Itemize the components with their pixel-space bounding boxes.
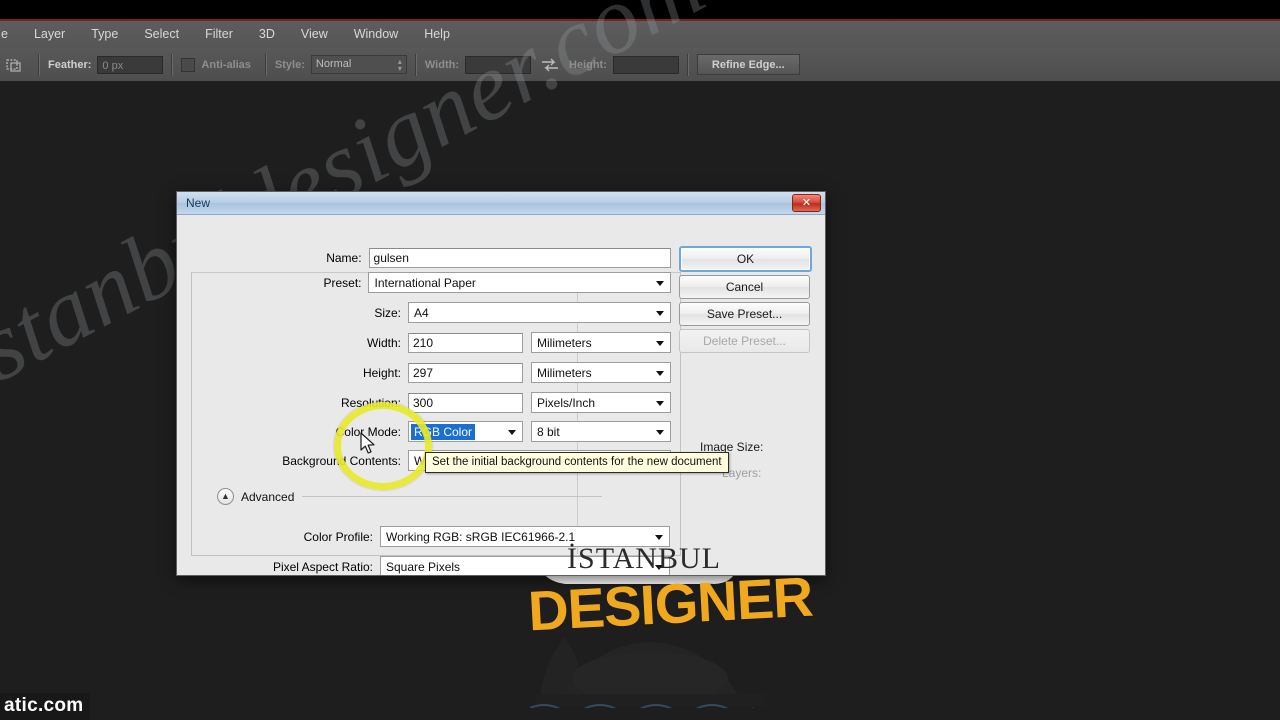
- resolution-unit-value: Pixels/Inch: [537, 395, 596, 410]
- width-input[interactable]: [465, 55, 531, 74]
- highlight-circle-annotation: [334, 402, 432, 490]
- style-select-value: Normal: [315, 58, 352, 70]
- menu-item-help[interactable]: Help: [411, 21, 463, 48]
- options-divider-1: [38, 53, 40, 76]
- height-input[interactable]: [612, 55, 679, 74]
- resolution-row: Resolution: 300 Pixels/Inch: [191, 392, 671, 413]
- save-preset-button[interactable]: Save Preset...: [679, 302, 810, 326]
- menu-item-3d[interactable]: 3D: [246, 21, 288, 48]
- width-unit-select[interactable]: Milimeters: [531, 332, 671, 353]
- width-label: Width:: [366, 335, 401, 350]
- chevron-down-icon: [656, 340, 664, 346]
- bottom-left-watermark: atic.com: [0, 693, 90, 720]
- menu-items-container: e Layer Type Select Filter 3D View Windo…: [0, 21, 463, 48]
- menu-bar: e Layer Type Select Filter 3D View Windo…: [0, 21, 1280, 49]
- size-row: Size: A4: [191, 302, 671, 323]
- chevron-down-icon: [655, 534, 663, 540]
- chevron-up-icon[interactable]: ▲: [217, 488, 234, 505]
- dialog-title-bar[interactable]: New ✕: [177, 192, 825, 215]
- size-value: A4: [414, 305, 429, 320]
- chevron-down-icon: [656, 370, 664, 376]
- pixel-aspect-row: Pixel Aspect Ratio: Square Pixels: [191, 556, 671, 575]
- size-label: Size:: [374, 305, 401, 320]
- swap-dimensions-icon[interactable]: [539, 57, 561, 73]
- name-label: Name:: [326, 250, 362, 265]
- chevron-down-icon: [656, 310, 664, 316]
- menu-item-view[interactable]: View: [288, 21, 341, 48]
- width-label: Width:: [424, 58, 459, 71]
- advanced-section-header[interactable]: ▲ Advanced: [217, 488, 603, 505]
- preset-value: International Paper: [374, 275, 476, 290]
- height-label: Height:: [362, 365, 401, 380]
- dialog-title: New: [186, 196, 211, 210]
- menu-item-type[interactable]: Type: [78, 21, 131, 48]
- name-row: Name: gulsen: [191, 247, 671, 268]
- style-label: Style:: [274, 58, 305, 71]
- name-input[interactable]: gulsen: [368, 247, 671, 268]
- color-profile-row: Color Profile: Working RGB: sRGB IEC6196…: [191, 526, 671, 547]
- anti-alias-checkbox[interactable]: [181, 57, 196, 72]
- height-unit-value: Milimeters: [537, 365, 592, 380]
- width-input[interactable]: 210: [408, 332, 523, 353]
- feather-label: Feather:: [48, 58, 92, 71]
- color-profile-value: Working RGB: sRGB IEC61966-2.1: [386, 529, 576, 544]
- height-label: Height:: [569, 58, 607, 71]
- preset-row: Preset: International Paper: [191, 272, 671, 293]
- resolution-input[interactable]: 300: [408, 392, 523, 413]
- size-select[interactable]: A4: [408, 302, 671, 323]
- chevron-down-icon: [656, 400, 664, 406]
- tool-options-bar: Feather: 0 px Anti-alias Style: Normal ▴…: [0, 48, 1280, 82]
- width-row: Width: 210 Milimeters: [191, 332, 671, 353]
- options-divider-3: [264, 53, 267, 76]
- preset-select[interactable]: International Paper: [368, 272, 671, 293]
- refine-edge-button[interactable]: Refine Edge...: [696, 54, 800, 75]
- chevron-down-icon: [656, 280, 664, 286]
- color-profile-label: Color Profile:: [303, 529, 373, 544]
- cancel-button[interactable]: Cancel: [679, 275, 810, 299]
- menu-item-select[interactable]: Select: [131, 21, 192, 48]
- mouse-pointer-icon: [360, 432, 377, 461]
- ok-button[interactable]: OK: [679, 246, 812, 272]
- tooltip: Set the initial background contents for …: [425, 452, 729, 473]
- resolution-unit-select[interactable]: Pixels/Inch: [531, 392, 671, 413]
- new-document-dialog: New ✕ Name: gulsen Preset: International…: [176, 191, 826, 576]
- chevron-down-icon: [508, 429, 516, 435]
- style-select[interactable]: Normal ▴ ▾: [310, 55, 407, 74]
- pixel-aspect-value: Square Pixels: [386, 559, 461, 574]
- width-unit-value: Milimeters: [537, 335, 592, 350]
- menu-item-window[interactable]: Window: [341, 21, 411, 48]
- menu-item-filter[interactable]: Filter: [192, 21, 246, 48]
- preset-label: Preset:: [323, 275, 362, 290]
- dialog-body: Name: gulsen Preset: International Paper…: [177, 215, 825, 575]
- advanced-label: Advanced: [241, 489, 295, 504]
- menu-item-layer[interactable]: Layer: [21, 21, 78, 48]
- advanced-divider: [302, 496, 603, 497]
- pixel-aspect-select[interactable]: Square Pixels: [380, 556, 670, 575]
- window-top-bar: [0, 0, 1280, 19]
- height-input[interactable]: 297: [408, 362, 523, 383]
- delete-preset-button: Delete Preset...: [679, 329, 810, 353]
- anti-alias-label: Anti-alias: [201, 58, 251, 71]
- marquee-tool-icon[interactable]: [4, 55, 24, 75]
- menu-item-image[interactable]: e: [0, 21, 21, 48]
- feather-input[interactable]: 0 px: [97, 55, 164, 74]
- height-unit-select[interactable]: Milimeters: [531, 362, 671, 383]
- color-depth-value: 8 bit: [537, 424, 560, 439]
- close-icon[interactable]: ✕: [792, 194, 821, 212]
- chevron-down-icon: [655, 564, 663, 570]
- options-divider-4: [414, 53, 417, 76]
- pixel-aspect-label: Pixel Aspect Ratio:: [272, 559, 373, 574]
- chevron-down-icon: [656, 429, 664, 435]
- height-row: Height: 297 Milimeters: [191, 362, 671, 383]
- stepper-arrows-icon: ▴ ▾: [397, 56, 402, 73]
- color-profile-select[interactable]: Working RGB: sRGB IEC61966-2.1: [380, 526, 670, 547]
- options-divider-5: [686, 53, 689, 76]
- options-divider-2: [171, 53, 174, 76]
- color-depth-select[interactable]: 8 bit: [531, 421, 671, 442]
